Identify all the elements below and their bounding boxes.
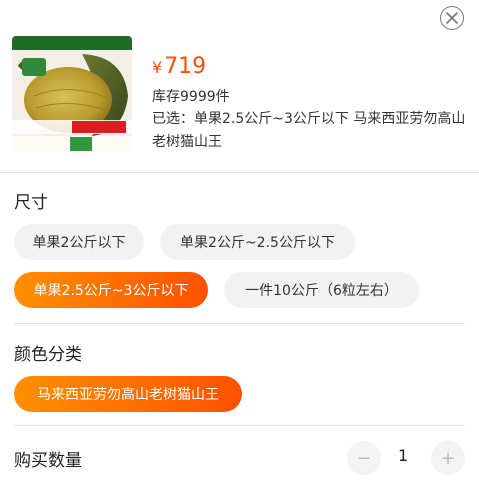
size-option-2[interactable]: 单果2公斤~2.5公斤以下 — [160, 224, 355, 260]
size-option-4[interactable]: 一件10公斤（6粒左右） — [224, 272, 419, 308]
divider — [14, 323, 465, 324]
divider — [14, 425, 465, 426]
stock-text: 库存9999件 — [152, 89, 230, 105]
plus-icon: + — [440, 447, 456, 469]
product-image — [12, 36, 132, 152]
size-section-title: 尺寸 — [14, 193, 48, 213]
color-section-title: 颜色分类 — [14, 345, 82, 365]
quantity-title: 购买数量 — [14, 451, 82, 471]
size-option-1[interactable]: 单果2公斤以下 — [14, 224, 144, 260]
divider — [0, 172, 479, 173]
quantity-decrease-button[interactable]: − — [347, 441, 381, 475]
close-icon — [446, 12, 458, 24]
quantity-increase-button[interactable]: + — [431, 441, 465, 475]
selected-spec-text: 已选：单果2.5公斤~3公斤以下 马来西亚劳勿高山老树猫山王 — [152, 111, 466, 150]
price-value: 719 — [164, 54, 207, 79]
close-button[interactable] — [440, 6, 464, 30]
color-option-1-selected[interactable]: 马来西亚劳勿高山老树猫山王 — [14, 376, 242, 412]
price: ¥719 — [152, 54, 206, 79]
quantity-value: 1 — [398, 446, 409, 465]
size-option-3-selected[interactable]: 单果2.5公斤~3公斤以下 — [14, 272, 208, 308]
price-currency: ¥ — [152, 58, 163, 77]
minus-icon: − — [356, 447, 372, 469]
